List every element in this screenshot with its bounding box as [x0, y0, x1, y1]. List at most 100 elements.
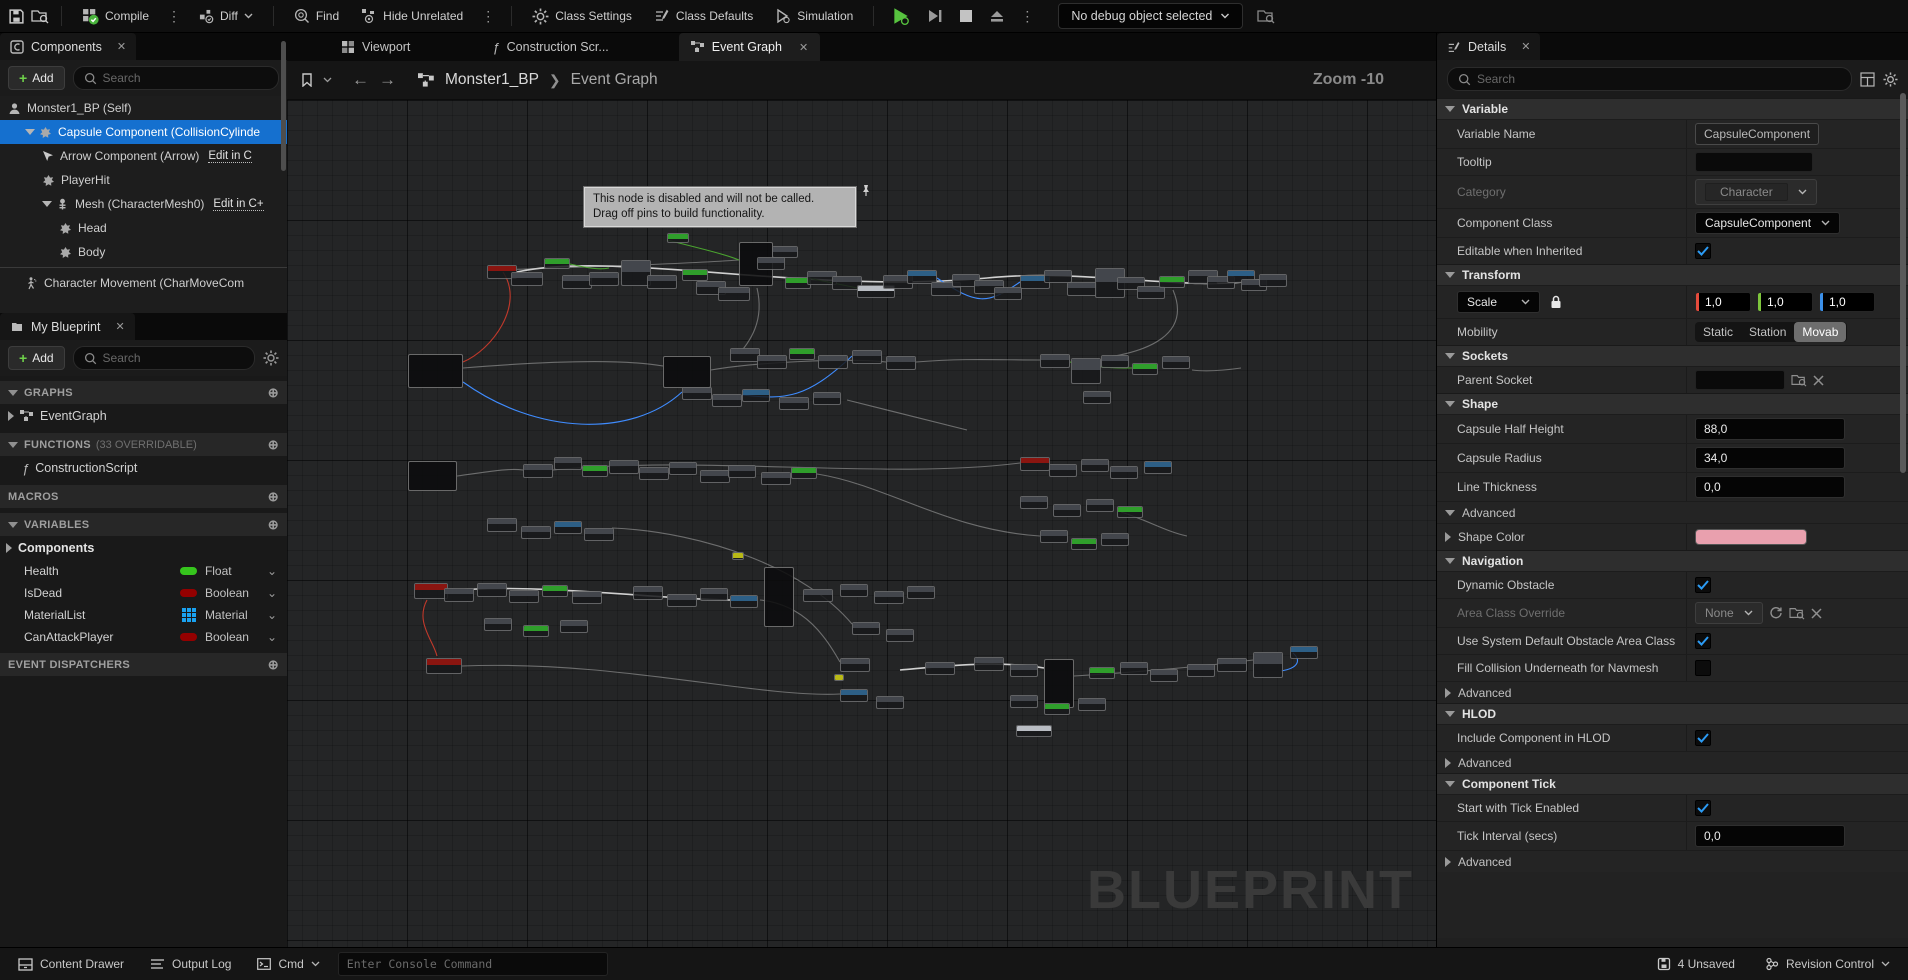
- graph-node[interactable]: [589, 272, 619, 286]
- graph-node[interactable]: [852, 350, 882, 364]
- graph-node[interactable]: [584, 528, 614, 541]
- collapse-triangle-icon[interactable]: [25, 129, 35, 135]
- graph-node[interactable]: [1110, 466, 1138, 479]
- eject-button[interactable]: [984, 9, 1010, 23]
- close-icon[interactable]: ✕: [117, 40, 126, 53]
- checkbox-start-with-tick-enabled[interactable]: [1695, 800, 1711, 816]
- unsaved-button[interactable]: 4 Unsaved: [1649, 953, 1743, 975]
- edit-in-cpp-link[interactable]: Edit in C+: [213, 198, 263, 211]
- graph-node[interactable]: [682, 269, 708, 281]
- console-command-input[interactable]: Enter Console Command: [338, 952, 608, 976]
- variables-section-header[interactable]: VARIABLES⊕: [0, 513, 287, 536]
- tab-details[interactable]: Details ✕: [1437, 33, 1540, 60]
- browse-content-icon[interactable]: [31, 8, 49, 24]
- variable-row-isdead[interactable]: IsDeadBoolean⌄: [0, 582, 287, 604]
- area-class-dropdown[interactable]: None: [1695, 602, 1763, 624]
- graph-tab-viewport[interactable]: Viewport: [329, 33, 422, 61]
- chevron-down-icon[interactable]: [323, 77, 332, 83]
- graph-node[interactable]: [1044, 703, 1070, 715]
- graph-node[interactable]: [730, 595, 758, 608]
- graph-node[interactable]: [1101, 355, 1129, 368]
- sidebar-item-constructionscript[interactable]: ƒ ConstructionScript: [0, 456, 287, 480]
- checkbox-include-component-in-hlod[interactable]: [1695, 730, 1711, 746]
- content-drawer-button[interactable]: Content Drawer: [10, 953, 132, 975]
- clear-icon[interactable]: [1811, 608, 1822, 619]
- add-graph-icon[interactable]: ⊕: [268, 385, 279, 401]
- graph-node[interactable]: [667, 233, 689, 243]
- class-settings-button[interactable]: Class Settings: [524, 4, 640, 29]
- graph-node[interactable]: [682, 387, 712, 400]
- chevron-down-icon[interactable]: ⌄: [267, 608, 277, 622]
- graph-node[interactable]: [663, 356, 711, 388]
- graph-tab-event-graph[interactable]: Event Graph✕: [679, 33, 820, 61]
- graph-node[interactable]: [408, 354, 463, 388]
- section-header-sockets[interactable]: Sockets: [1437, 345, 1908, 366]
- tree-row[interactable]: Body: [0, 240, 287, 264]
- frame-skip-button[interactable]: [922, 8, 948, 24]
- graph-node[interactable]: [728, 465, 756, 478]
- graph-node[interactable]: [1083, 391, 1111, 404]
- graph-node[interactable]: [544, 258, 570, 269]
- edit-in-cpp-link[interactable]: Edit in C: [208, 150, 251, 163]
- debug-object-dropdown[interactable]: No debug object selected: [1058, 3, 1243, 29]
- graph-node[interactable]: [444, 588, 474, 602]
- add-macro-icon[interactable]: ⊕: [268, 489, 279, 505]
- line-thickness-input[interactable]: 0,0: [1695, 476, 1845, 498]
- mobility-option-movab[interactable]: Movab: [1794, 322, 1846, 342]
- functions-section-header[interactable]: FUNCTIONS(33 OVERRIDABLE)⊕: [0, 433, 287, 456]
- graph-node[interactable]: [639, 467, 669, 480]
- browse-icon[interactable]: [1791, 373, 1807, 387]
- graph-node[interactable]: [813, 392, 841, 405]
- graph-node[interactable]: [509, 590, 539, 603]
- graph-node[interactable]: [609, 460, 639, 474]
- advanced-section-toggle[interactable]: Advanced: [1437, 850, 1908, 872]
- checkbox-use-system-default-obstacle-area-class[interactable]: [1695, 633, 1711, 649]
- graph-node[interactable]: [523, 464, 553, 478]
- graph-node[interactable]: [840, 689, 868, 702]
- graph-node[interactable]: [554, 521, 582, 534]
- graph-node[interactable]: [1010, 664, 1038, 677]
- graph-node[interactable]: [1071, 358, 1101, 384]
- tab-my-blueprint[interactable]: My Blueprint ✕: [0, 313, 135, 340]
- add-variable-icon[interactable]: ⊕: [268, 517, 279, 533]
- advanced-section-toggle[interactable]: Advanced: [1437, 681, 1908, 703]
- mobility-option-static[interactable]: Static: [1695, 322, 1741, 342]
- graph-node[interactable]: [1040, 354, 1070, 368]
- graph-node[interactable]: [1117, 506, 1143, 518]
- tree-row[interactable]: Head: [0, 216, 287, 240]
- save-icon[interactable]: [8, 8, 25, 25]
- tooltip-input[interactable]: [1695, 152, 1813, 172]
- graph-node[interactable]: [1044, 659, 1074, 708]
- graph-node[interactable]: [907, 586, 935, 599]
- graph-node[interactable]: [477, 583, 507, 597]
- graph-node[interactable]: [1081, 459, 1109, 472]
- mobility-option-station[interactable]: Station: [1741, 322, 1794, 342]
- tree-row[interactable]: Capsule Component (CollisionCylinde: [0, 120, 287, 144]
- graph-node[interactable]: [700, 588, 728, 601]
- graph-node[interactable]: [669, 462, 697, 475]
- tick-interval-secs--input[interactable]: 0,0: [1695, 825, 1845, 847]
- graph-node[interactable]: [757, 355, 787, 369]
- my-blueprint-search-input[interactable]: Search: [73, 346, 255, 370]
- expand-triangle-icon[interactable]: [6, 543, 12, 553]
- advanced-section-toggle[interactable]: Advanced: [1437, 751, 1908, 773]
- graph-node[interactable]: [886, 629, 914, 642]
- graph-node[interactable]: [840, 584, 868, 597]
- bookmark-icon[interactable]: [301, 73, 313, 87]
- expand-triangle-icon[interactable]: [1445, 532, 1451, 542]
- graph-node[interactable]: [886, 356, 916, 370]
- graph-node[interactable]: [712, 394, 742, 407]
- graph-node[interactable]: [1120, 662, 1148, 675]
- graphs-section-header[interactable]: GRAPHS⊕: [0, 381, 287, 404]
- graph-node[interactable]: [667, 594, 697, 607]
- checkbox-fill-collision-underneath-for-navmesh[interactable]: [1695, 660, 1711, 676]
- hide-unrelated-kebab[interactable]: ⋮: [477, 8, 499, 25]
- stop-button[interactable]: [954, 9, 978, 23]
- graph-node[interactable]: [1078, 698, 1106, 711]
- graph-node[interactable]: [521, 526, 551, 539]
- graph-node[interactable]: [789, 348, 815, 360]
- graph-node[interactable]: [718, 287, 750, 301]
- checkbox-dynamic-obstacle[interactable]: [1695, 577, 1711, 593]
- graph-node[interactable]: [484, 618, 512, 631]
- graph-node[interactable]: [542, 585, 568, 597]
